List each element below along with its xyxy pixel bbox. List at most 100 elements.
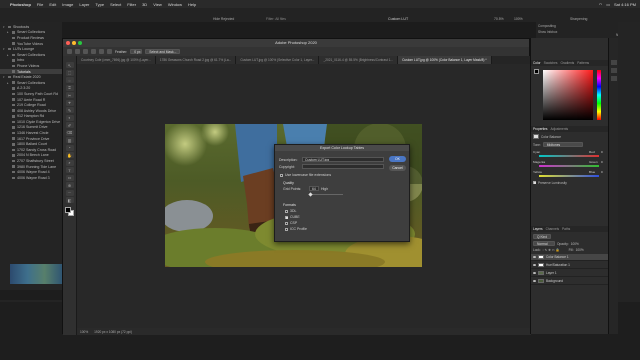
color-balance-slider[interactable] — [539, 175, 599, 177]
status-zoom[interactable]: 100% — [80, 330, 88, 334]
hue-slider[interactable] — [597, 70, 601, 120]
document-tab[interactable]: 1786 Greasons Church Road 2.jpg @ 61.7% … — [155, 56, 237, 64]
visibility-eye-icon[interactable] — [533, 255, 536, 258]
lr-filter-status[interactable]: Hide Rejected — [213, 17, 234, 21]
menu-help[interactable]: Help — [188, 2, 196, 7]
new-selection-icon[interactable] — [83, 49, 88, 54]
lock-icons[interactable]: ▫ ✎ ✥ ▭ 🔒 — [543, 248, 567, 252]
layer-thumbnail[interactable] — [538, 270, 544, 275]
tool-button[interactable]: ⊕ — [65, 182, 74, 188]
menu-type[interactable]: Type — [95, 2, 104, 7]
document-tab[interactable]: Custom LUT.jpg @ 100% (Color Balance 1, … — [398, 56, 492, 64]
tab-patterns[interactable]: Patterns — [577, 61, 589, 65]
tool-button[interactable]: T — [65, 167, 74, 173]
fill-value[interactable]: 100% — [576, 248, 584, 252]
add-selection-icon[interactable] — [91, 49, 96, 54]
lr-zoom[interactable]: 70.5% — [494, 17, 504, 21]
minimize-icon[interactable] — [72, 41, 76, 45]
subtract-selection-icon[interactable] — [99, 49, 104, 54]
visibility-eye-icon[interactable] — [533, 279, 536, 282]
tab-layers[interactable]: Layers — [533, 227, 543, 231]
tab-adjustments[interactable]: Adjustments — [551, 127, 569, 131]
layer-thumbnail[interactable] — [538, 278, 544, 283]
tab-color[interactable]: Color — [533, 61, 541, 65]
menu-layer[interactable]: Layer — [79, 2, 89, 7]
marquee-tool-icon[interactable] — [75, 49, 80, 54]
intersect-selection-icon[interactable] — [107, 49, 112, 54]
menu-select[interactable]: Select — [110, 2, 121, 7]
home-icon[interactable] — [67, 49, 72, 54]
tool-button[interactable]: ⬚ — [65, 69, 74, 76]
collection-item[interactable]: 4006 Wayne Road 3 — [0, 175, 62, 181]
tool-button[interactable]: ✐ — [65, 122, 74, 128]
tool-button[interactable]: ✂ — [65, 92, 74, 98]
description-input[interactable]: Custom LUT.jpg — [302, 157, 384, 162]
tool-button[interactable]: ◧ — [65, 197, 74, 203]
close-icon[interactable] — [66, 41, 70, 45]
tool-button[interactable]: ✎ — [65, 107, 74, 113]
layer-row[interactable]: Hue/Saturation 1 — [531, 262, 609, 269]
copyright-input[interactable] — [302, 164, 384, 169]
tool-button[interactable]: ◐ — [65, 114, 74, 121]
tab-swatches[interactable]: Swatches — [544, 61, 558, 65]
tool-button[interactable]: ⌕ — [65, 159, 74, 166]
tool-button[interactable]: ▥ — [65, 137, 74, 143]
color-picker-field[interactable] — [543, 70, 593, 120]
tab-gradients[interactable]: Gradients — [560, 61, 574, 65]
format-icc-checkbox[interactable] — [285, 228, 288, 231]
dock-icon-3[interactable] — [611, 76, 617, 81]
document-tab[interactable]: Courtney Cole (cmm_7696).jpg @ 100% (Lay… — [77, 56, 156, 64]
layer-row[interactable]: Layer 1 — [531, 270, 609, 277]
menu-3d[interactable]: 3D — [142, 2, 147, 7]
color-balance-slider[interactable] — [539, 155, 599, 157]
tool-button[interactable]: ▭ — [65, 174, 74, 181]
color-balance-slider[interactable] — [539, 165, 599, 167]
timeline-clip[interactable] — [10, 264, 62, 284]
select-and-mask-button[interactable]: Select and Mask... — [145, 49, 181, 54]
slider-value[interactable]: 0 — [601, 150, 603, 154]
tool-button[interactable]: ◌ — [65, 77, 74, 83]
preserve-checkbox[interactable] — [533, 181, 536, 184]
format-cube-checkbox[interactable] — [285, 216, 288, 219]
disclosure-icon[interactable]: ▾ — [3, 75, 6, 79]
tool-button[interactable]: ↖ — [65, 62, 74, 68]
cancel-button[interactable]: Cancel — [389, 165, 406, 171]
disclosure-icon[interactable]: ▸ — [7, 30, 10, 34]
menu-file[interactable]: File — [37, 2, 43, 7]
tool-button[interactable]: ✋ — [65, 152, 74, 158]
menu-filter[interactable]: Filter — [127, 2, 136, 7]
opacity-value[interactable]: 100% — [571, 242, 579, 246]
zoom-icon[interactable] — [78, 41, 82, 45]
menu-window[interactable]: Window — [168, 2, 182, 7]
tab-paths[interactable]: Paths — [562, 227, 570, 231]
lr-right-label-1[interactable]: Show Infobox — [538, 30, 557, 34]
tool-button[interactable]: ⋯ — [65, 189, 74, 196]
layer-thumbnail[interactable] — [538, 262, 544, 267]
menu-image[interactable]: Image — [62, 2, 73, 7]
menu-photoshop[interactable]: Photoshop — [10, 2, 31, 7]
grid-points-input[interactable]: 64 — [309, 186, 319, 191]
foreground-color-tool[interactable] — [65, 207, 71, 213]
disclosure-icon[interactable]: ▸ — [7, 81, 10, 85]
kind-filter[interactable]: Q Kind — [533, 234, 552, 239]
battery-icon[interactable]: ▭ — [606, 2, 610, 7]
tab-channels[interactable]: Channels — [546, 227, 559, 231]
format-3dl-checkbox[interactable] — [285, 210, 288, 213]
visibility-eye-icon[interactable] — [533, 271, 536, 274]
wifi-icon[interactable]: ◠ — [599, 2, 603, 7]
blend-mode-select[interactable]: Normal — [533, 241, 555, 246]
dock-icon-1[interactable] — [611, 60, 617, 65]
lr-right-label-0[interactable]: Compositing — [538, 24, 556, 28]
tool-button[interactable]: ⌖ — [65, 99, 74, 106]
slider-value[interactable]: 0 — [601, 170, 603, 174]
tab-properties[interactable]: Properties — [533, 127, 548, 131]
lr-zoom-2[interactable]: 100% — [514, 17, 523, 21]
dock-icon-2[interactable] — [611, 68, 617, 73]
tone-select[interactable]: Midtones — [542, 142, 583, 147]
document-tab[interactable]: _2021_0116-4 @ 55.5% (Brightness/Contras… — [319, 56, 399, 64]
lowercase-checkbox[interactable] — [280, 174, 283, 177]
grid-points-slider[interactable] — [307, 191, 343, 197]
document-tab[interactable]: Custom LUT.jpg @ 100% (Selective Color 1… — [236, 56, 320, 64]
feather-input[interactable]: 0 px — [130, 49, 143, 54]
disclosure-icon[interactable]: ▾ — [3, 25, 6, 29]
